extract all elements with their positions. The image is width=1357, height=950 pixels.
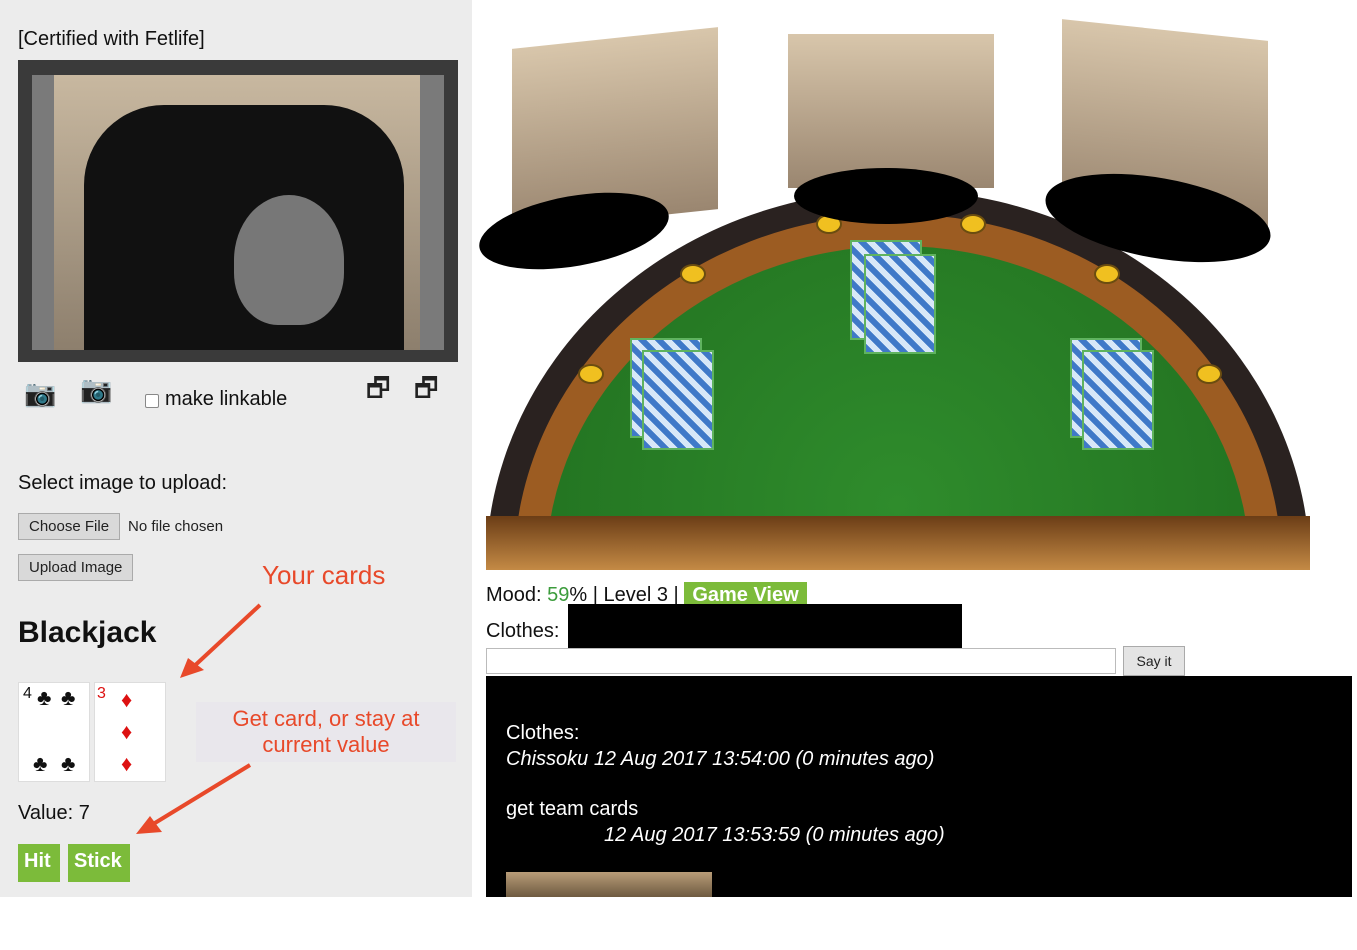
chat-thumbnail <box>506 872 712 897</box>
timed-photo-3m-icon[interactable]: 🗗 <box>414 370 438 414</box>
webcam-preview <box>18 60 458 362</box>
redaction <box>568 604 962 650</box>
tshirt-graphic <box>234 195 344 325</box>
card-back <box>642 350 714 450</box>
chat-meta: 12 Aug 2017 13:53:59 (0 minutes ago) <box>604 824 945 846</box>
card-suit: ♣ <box>33 751 48 776</box>
arrow-icon <box>180 603 262 678</box>
chip <box>960 214 986 234</box>
camera-icon[interactable]: 📷 <box>24 378 56 409</box>
card-back <box>1082 350 1154 450</box>
say-it-button[interactable]: Say it <box>1123 646 1185 676</box>
chip <box>1094 264 1120 284</box>
webcam-image <box>32 75 444 350</box>
clothes-label: Clothes: <box>486 620 560 642</box>
timed-photo-icon[interactable]: 🗗 <box>366 370 390 414</box>
chat-log: Clothes: Chissoku 12 Aug 2017 13:54:00 (… <box>486 676 1352 897</box>
mood-label: Mood: <box>486 584 548 606</box>
certified-label: [Certified with Fetlife] <box>18 28 205 50</box>
annotation-hit-stick: Get card, or stay at current value <box>196 702 456 762</box>
blackjack-title: Blackjack <box>18 616 157 649</box>
chat-message: Clothes: <box>506 722 580 744</box>
card-suit: ♦ <box>121 719 133 744</box>
card-rank: 4 <box>23 685 32 702</box>
choose-file-button[interactable]: Choose File <box>18 513 121 540</box>
stick-button[interactable]: Stick <box>68 844 130 882</box>
player-video-2 <box>788 34 994 188</box>
card-back <box>864 254 936 354</box>
chat-meta: Chissoku 12 Aug 2017 13:54:00 (0 minutes… <box>506 748 935 770</box>
upload-image-button[interactable]: Upload Image <box>18 554 134 581</box>
chip <box>1196 364 1222 384</box>
card-suit: ♣ <box>37 685 52 710</box>
upload-label: Select image to upload: <box>18 472 228 494</box>
hit-button[interactable]: Hit <box>18 844 60 882</box>
annotation-your-cards: Your cards <box>262 560 386 590</box>
chip <box>680 264 706 284</box>
make-linkable-checkbox[interactable] <box>145 394 159 408</box>
chat-message: get team cards <box>506 798 639 820</box>
table-base <box>486 516 1310 570</box>
webcam-person <box>54 75 420 350</box>
card-suit: ♣ <box>61 751 76 776</box>
left-panel: [Certified with Fetlife] 📷 📷 make linkab… <box>0 0 472 897</box>
chat-input[interactable] <box>486 648 1116 674</box>
camera-timer-icon[interactable]: 📷 <box>80 374 112 405</box>
hand-value: Value: 7 <box>18 802 90 824</box>
make-linkable-label: make linkable <box>165 388 288 410</box>
redaction <box>794 168 978 224</box>
card-rank: 3 <box>97 685 106 702</box>
mood-value: 59 <box>547 584 570 606</box>
card-suit: ♦ <box>121 687 133 712</box>
chip <box>578 364 604 384</box>
no-file-text: No file chosen <box>128 518 224 535</box>
level-text: % | Level 3 | <box>569 584 679 606</box>
card-four-clubs: 4 ♣ ♣ ♣ ♣ <box>18 682 90 782</box>
arrow-icon <box>136 763 252 834</box>
card-suit: ♣ <box>61 685 76 710</box>
